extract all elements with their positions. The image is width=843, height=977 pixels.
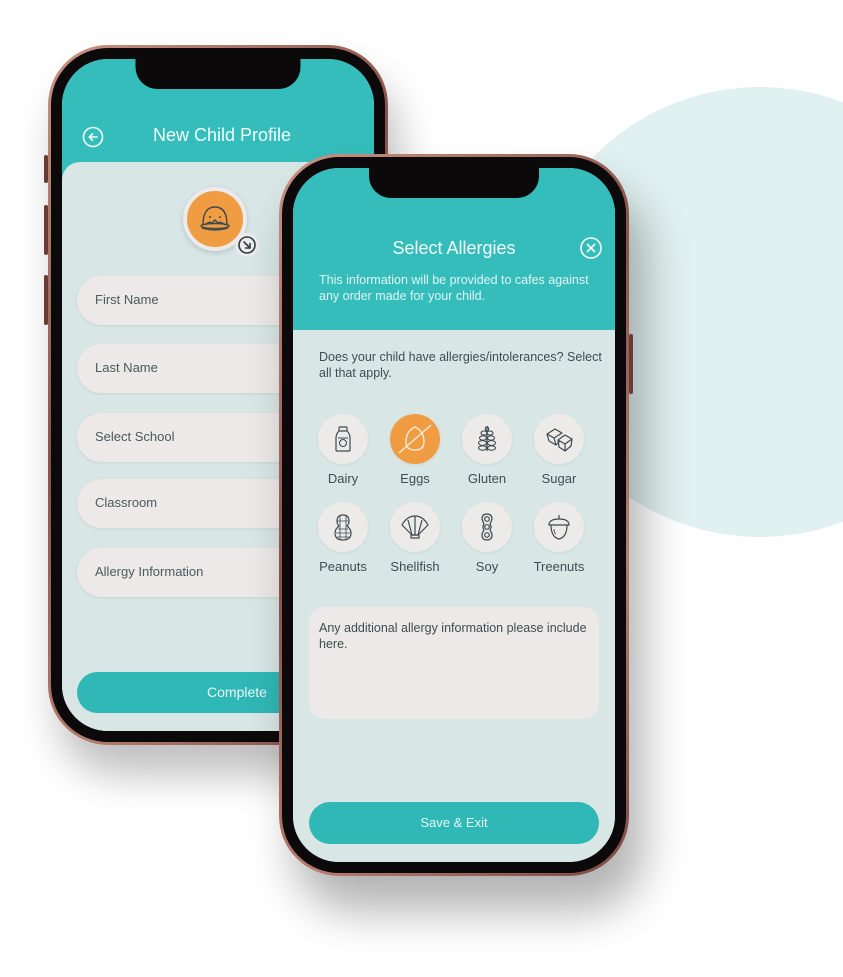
phone-select-allergies: Select Allergies This information will b… (279, 154, 633, 876)
soybean-icon (481, 513, 493, 541)
close-circle-icon[interactable] (579, 236, 603, 260)
phone-side-button (44, 275, 48, 325)
allergy-option-dairy[interactable]: Dairy (307, 414, 379, 486)
allergy-label: Peanuts (319, 559, 367, 574)
save-and-exit-button[interactable]: Save & Exit (309, 802, 599, 844)
allergy-option-shellfish[interactable]: Shellfish (379, 502, 451, 574)
allergy-label: Sugar (541, 471, 577, 486)
allergy-label: Soy (475, 559, 499, 574)
duck-avatar-icon (200, 206, 230, 231)
allergy-label: Shellfish (390, 559, 440, 574)
allergy-label: Treenuts (533, 559, 585, 574)
phone-notch (369, 168, 539, 198)
allergy-label: Dairy (327, 471, 359, 486)
sugar-cubes-icon (546, 428, 573, 452)
allergy-label: Eggs (400, 471, 430, 486)
milk-bottle-icon (335, 426, 351, 452)
wheat-icon (477, 426, 497, 451)
arrow-down-right-circle-icon[interactable] (235, 233, 259, 257)
phone-notch (135, 59, 301, 89)
phone-side-button (44, 205, 48, 255)
allergy-option-treenuts[interactable]: Treenuts (523, 502, 595, 574)
allergy-label: Gluten (467, 471, 507, 486)
allergy-selection-panel: Does your child have allergies/intoleran… (293, 330, 615, 862)
peanut-icon (334, 514, 352, 541)
shell-icon (401, 515, 429, 539)
allergy-option-gluten[interactable]: Gluten (451, 414, 523, 486)
page-title: New Child Profile (152, 125, 292, 145)
allergy-option-peanuts[interactable]: Peanuts (307, 502, 379, 574)
egg-icon (398, 424, 432, 454)
allergy-option-soy[interactable]: Soy (451, 502, 523, 574)
modal-subtitle: This information will be provided to caf… (319, 273, 589, 303)
phone-side-button (44, 155, 48, 183)
modal-title: Select Allergies (392, 238, 516, 258)
allergy-option-eggs[interactable]: Eggs (379, 414, 451, 486)
allergy-option-sugar[interactable]: Sugar (523, 414, 595, 486)
phone-side-button (629, 334, 633, 394)
allergies-screen: Select Allergies This information will b… (293, 168, 615, 862)
additional-allergy-info-textarea[interactable]: Any additional allergy information pleas… (309, 607, 599, 719)
allergy-question: Does your child have allergies/intoleran… (319, 350, 602, 380)
acorn-icon (548, 515, 570, 540)
